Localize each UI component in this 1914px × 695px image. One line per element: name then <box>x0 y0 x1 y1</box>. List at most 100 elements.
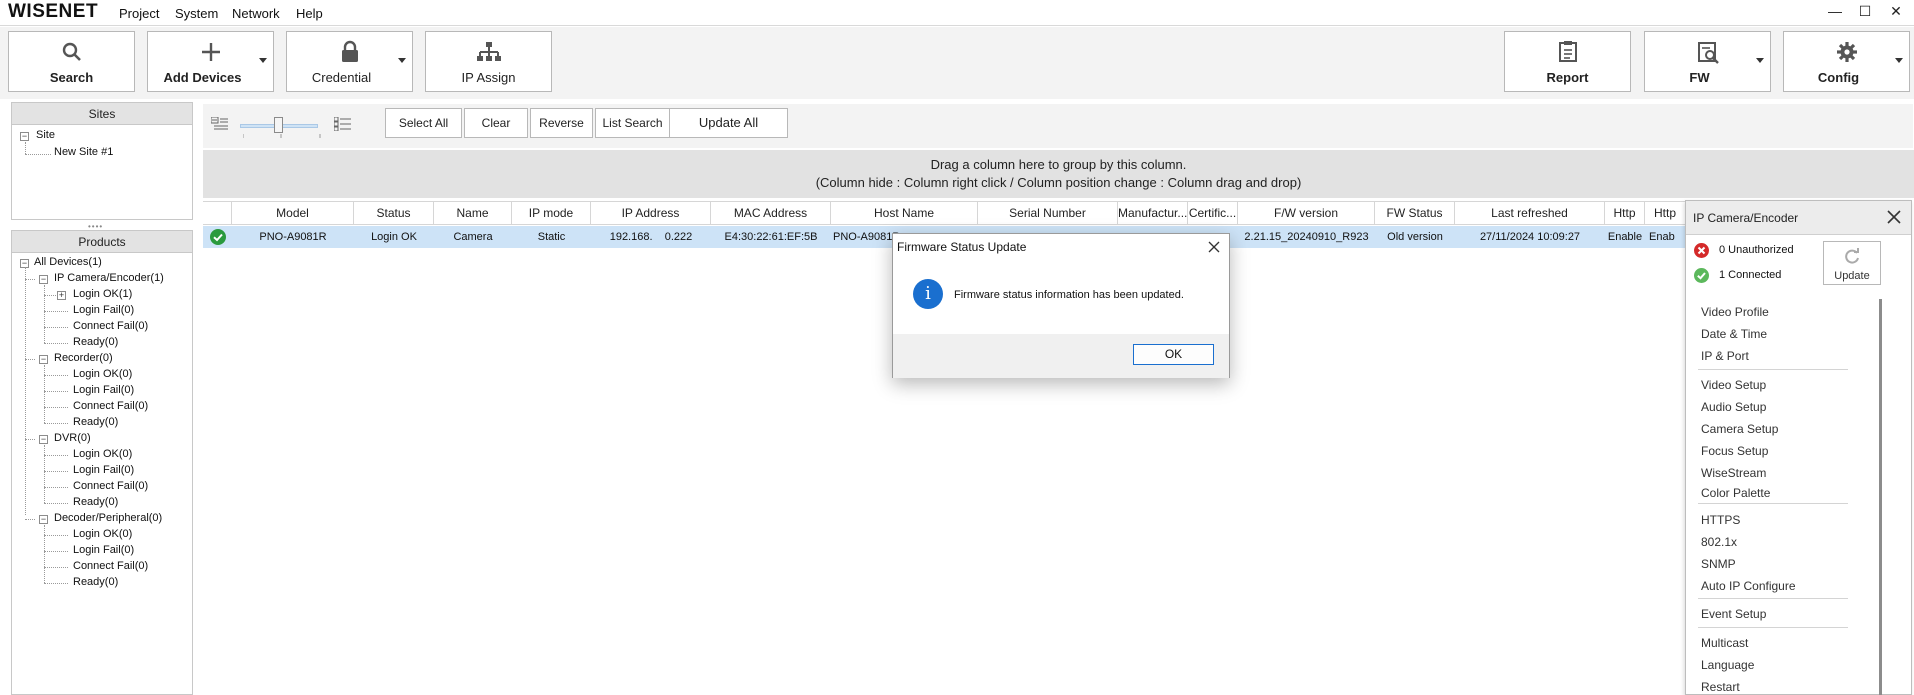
cell-http-2: Enab <box>1649 231 1675 243</box>
menu-item-focus-setup[interactable]: Focus Setup <box>1701 444 1768 458</box>
tree-item[interactable]: Ready(0) <box>73 496 118 508</box>
tree-item[interactable]: Connect Fail(0) <box>73 400 148 412</box>
menu-system[interactable]: System <box>175 6 218 21</box>
tree-item[interactable]: Login OK(0) <box>73 528 132 540</box>
credential-label: Credential <box>311 70 372 85</box>
fw-button[interactable]: FW <box>1644 31 1771 92</box>
column-header-last-refreshed[interactable]: Last refreshed <box>1455 202 1605 225</box>
site-new-site-1[interactable]: New Site #1 <box>54 146 113 158</box>
menu-item-camera-setup[interactable]: Camera Setup <box>1701 422 1778 436</box>
tree-group[interactable]: IP Camera/Encoder(1) <box>54 272 164 284</box>
column-header-serial-number[interactable]: Serial Number <box>978 202 1118 225</box>
menu-item-event-setup[interactable]: Event Setup <box>1701 607 1766 621</box>
tree-item[interactable]: Ready(0) <box>73 416 118 428</box>
minimize-button[interactable]: — <box>1820 3 1850 23</box>
tree-item[interactable]: Login OK(1) <box>73 288 132 300</box>
chevron-down-icon[interactable] <box>259 58 267 63</box>
tree-group[interactable]: DVR(0) <box>54 432 91 444</box>
ok-button[interactable]: OK <box>1133 344 1214 365</box>
tree-group[interactable]: Recorder(0) <box>54 352 113 364</box>
column-header-status[interactable]: Status <box>354 202 434 225</box>
menu-item-802-1x[interactable]: 802.1x <box>1701 535 1737 549</box>
refresh-icon <box>1845 248 1859 264</box>
tree-all-devices[interactable]: All Devices(1) <box>34 256 102 268</box>
maximize-button[interactable]: ☐ <box>1850 3 1880 23</box>
column-header-host-name[interactable]: Host Name <box>831 202 978 225</box>
column-header-http-2[interactable]: Http <box>1645 202 1685 225</box>
site-root[interactable]: Site <box>36 129 55 141</box>
zoom-slider-thumb[interactable] <box>274 117 283 133</box>
menu-network[interactable]: Network <box>232 6 280 21</box>
clear-button[interactable]: Clear <box>464 108 528 138</box>
update-button[interactable]: Update <box>1823 241 1881 285</box>
collapse-icon[interactable]: − <box>39 435 48 444</box>
menu-item-date-time[interactable]: Date & Time <box>1701 327 1767 341</box>
menu-item-ip-port[interactable]: IP & Port <box>1701 349 1749 363</box>
list-search-button[interactable]: List Search <box>595 108 670 138</box>
close-icon[interactable] <box>1207 240 1221 254</box>
column-header-ip-mode[interactable]: IP mode <box>512 202 591 225</box>
tree-item[interactable]: Login Fail(0) <box>73 464 134 476</box>
column-header-check[interactable] <box>203 202 232 225</box>
menu-item-color-palette[interactable]: Color Palette <box>1701 486 1770 500</box>
column-header-fw-status[interactable]: FW Status <box>1375 202 1455 225</box>
menu-item-restart[interactable]: Restart <box>1701 680 1740 694</box>
column-header-ip-address[interactable]: IP Address <box>591 202 711 225</box>
tree-item[interactable]: Connect Fail(0) <box>73 560 148 572</box>
tree-item[interactable]: Connect Fail(0) <box>73 320 148 332</box>
tree-item[interactable]: Login Fail(0) <box>73 384 134 396</box>
column-header-fw-version[interactable]: F/W version <box>1238 202 1375 225</box>
column-header-http[interactable]: Http <box>1605 202 1645 225</box>
column-header-name[interactable]: Name <box>434 202 512 225</box>
add-devices-label: Add Devices <box>163 70 242 85</box>
credential-button[interactable]: Credential <box>286 31 413 92</box>
report-button[interactable]: Report <box>1504 31 1631 92</box>
tree-item[interactable]: Login OK(0) <box>73 448 132 460</box>
group-by-area[interactable]: Drag a column here to group by this colu… <box>203 150 1914 198</box>
tree-item[interactable]: Login Fail(0) <box>73 304 134 316</box>
update-all-button[interactable]: Update All <box>669 108 788 138</box>
collapse-list-icon[interactable] <box>211 117 228 131</box>
menu-help[interactable]: Help <box>296 6 323 21</box>
tree-item[interactable]: Login Fail(0) <box>73 544 134 556</box>
collapse-icon[interactable]: − <box>39 515 48 524</box>
menu-item-multicast[interactable]: Multicast <box>1701 636 1748 650</box>
collapse-icon[interactable]: − <box>39 355 48 364</box>
add-devices-button[interactable]: Add Devices <box>147 31 274 92</box>
close-window-button[interactable]: ✕ <box>1881 3 1911 23</box>
tree-item[interactable]: Ready(0) <box>73 576 118 588</box>
select-all-button[interactable]: Select All <box>385 108 462 138</box>
menu-divider <box>1698 598 1848 599</box>
menu-item-wisestream[interactable]: WiseStream <box>1701 466 1766 480</box>
column-header-certificate[interactable]: Certific... <box>1188 202 1238 225</box>
expand-list-icon[interactable] <box>334 117 351 131</box>
menu-item-snmp[interactable]: SNMP <box>1701 557 1736 571</box>
chevron-down-icon[interactable] <box>398 58 406 63</box>
reverse-button[interactable]: Reverse <box>530 108 593 138</box>
column-header-model[interactable]: Model <box>232 202 354 225</box>
menu-item-language[interactable]: Language <box>1701 658 1754 672</box>
collapse-icon[interactable]: − <box>39 275 48 284</box>
menu-item-video-profile[interactable]: Video Profile <box>1701 305 1769 319</box>
chevron-down-icon[interactable] <box>1895 58 1903 63</box>
menu-item-audio-setup[interactable]: Audio Setup <box>1701 400 1766 414</box>
ip-assign-button[interactable]: IP Assign <box>425 31 552 92</box>
tree-group[interactable]: Decoder/Peripheral(0) <box>54 512 162 524</box>
chevron-down-icon[interactable] <box>1756 58 1764 63</box>
column-header-manufacturer[interactable]: Manufactur... <box>1118 202 1188 225</box>
search-button[interactable]: Search <box>8 31 135 92</box>
menu-item-auto-ip-configure[interactable]: Auto IP Configure <box>1701 579 1796 593</box>
group-hint-line1: Drag a column here to group by this colu… <box>930 157 1187 172</box>
collapse-icon[interactable]: − <box>20 132 29 141</box>
close-icon[interactable] <box>1885 208 1903 226</box>
menu-project[interactable]: Project <box>119 6 159 21</box>
tree-item[interactable]: Connect Fail(0) <box>73 480 148 492</box>
menu-item-video-setup[interactable]: Video Setup <box>1701 378 1766 392</box>
column-header-mac-address[interactable]: MAC Address <box>711 202 831 225</box>
tree-item[interactable]: Login OK(0) <box>73 368 132 380</box>
expand-icon[interactable]: + <box>57 291 66 300</box>
scrollbar[interactable] <box>1879 299 1882 695</box>
config-button[interactable]: Config <box>1783 31 1910 92</box>
menu-item-https[interactable]: HTTPS <box>1701 513 1740 527</box>
tree-item[interactable]: Ready(0) <box>73 336 118 348</box>
